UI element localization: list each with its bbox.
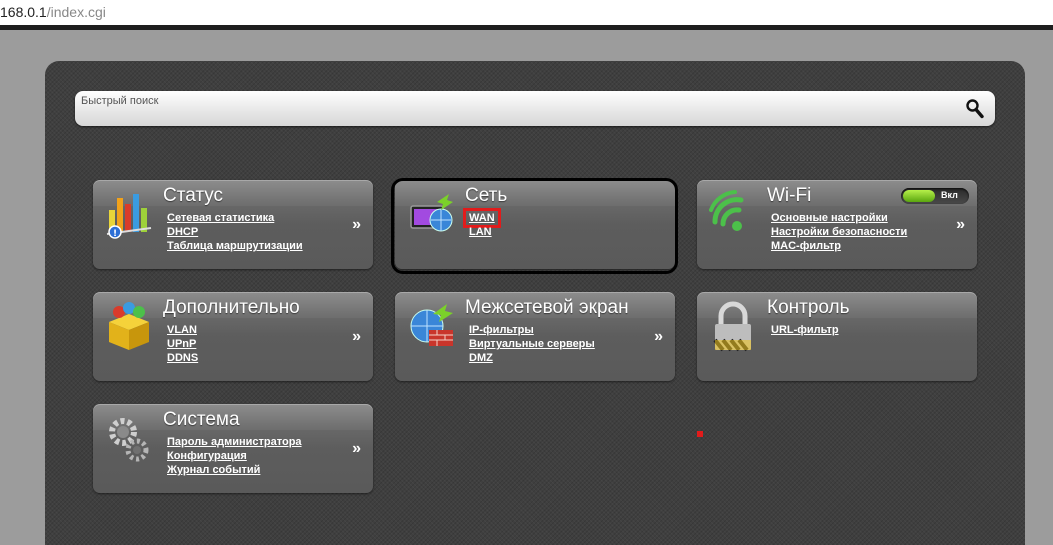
tile-wifi: Wi-Fi Вкл Основные настройки Настройки б… (697, 180, 977, 269)
tile-title: Статус (163, 185, 224, 206)
tile-links: VLAN UPnP DDNS (167, 322, 198, 364)
tile-advanced: Дополнительно VLAN UPnP DDNS » (93, 292, 373, 381)
tile-links: Сетевая статистика DHCP Таблица маршрути… (167, 210, 303, 252)
link-dhcp[interactable]: DHCP (167, 226, 198, 238)
tile-links: Пароль администратора Конфигурация Журна… (167, 434, 302, 476)
search-icon[interactable] (965, 98, 985, 120)
link-wan[interactable]: WAN (463, 208, 501, 228)
wifi-icon (709, 190, 744, 231)
gears-icon (109, 418, 149, 462)
link-upnp[interactable]: UPnP (167, 338, 196, 350)
firewall-icon (410, 304, 453, 346)
link-ddns[interactable]: DDNS (167, 352, 198, 364)
wifi-toggle[interactable]: Вкл (901, 188, 969, 204)
link-network-statistics[interactable]: Сетевая статистика (167, 212, 274, 224)
network-globe-icon (410, 194, 453, 232)
link-mac-filter[interactable]: MAC-фильтр (771, 240, 841, 252)
tile-links: URL-фильтр (771, 322, 839, 336)
link-dmz[interactable]: DMZ (469, 352, 493, 364)
padlock-icon (713, 301, 751, 352)
tile-title: Контроль (767, 297, 850, 318)
browser-address-bar[interactable]: 168.0.1/index.cgi (0, 0, 1053, 25)
link-routing-table[interactable]: Таблица маршрутизации (167, 240, 303, 252)
chevron-right-icon[interactable]: » (654, 329, 663, 345)
link-configuration[interactable]: Конфигурация (167, 450, 247, 462)
link-ip-filters[interactable]: IP-фильтры (469, 324, 534, 336)
url-path: /index.cgi (46, 4, 106, 20)
quick-search-bar (75, 91, 995, 126)
tile-status: ! Статус Сетевая статистика DHCP Таблица… (93, 180, 373, 269)
tile-control: Контроль URL-фильтр (697, 292, 977, 381)
link-url-filter[interactable]: URL-фильтр (771, 324, 839, 336)
cursor-marker (697, 431, 703, 437)
tile-links: IP-фильтры Виртуальные серверы DMZ (469, 322, 595, 364)
link-lan[interactable]: LAN (469, 226, 492, 238)
search-input[interactable] (81, 93, 951, 109)
chevron-right-icon[interactable]: » (352, 217, 361, 233)
chevron-right-icon[interactable]: » (352, 441, 361, 457)
svg-text:!: ! (113, 229, 117, 239)
address-url[interactable]: 168.0.1/index.cgi (0, 4, 106, 20)
link-basic-settings[interactable]: Основные настройки (771, 212, 888, 224)
toggle-state-label: Вкл (941, 190, 958, 200)
link-virtual-servers[interactable]: Виртуальные серверы (469, 338, 595, 350)
link-event-log[interactable]: Журнал событий (167, 464, 260, 476)
tile-title: Wi-Fi (767, 185, 812, 206)
chevron-right-icon[interactable]: » (352, 329, 361, 345)
tile-title: Система (163, 409, 240, 430)
tile-network: Сеть WAN LAN (395, 180, 675, 269)
url-host: 168.0.1 (0, 4, 47, 20)
tile-system: Система Пароль администратора Конфигурац… (93, 404, 373, 493)
link-admin-password[interactable]: Пароль администратора (167, 436, 302, 448)
package-box-icon (109, 302, 149, 350)
tile-title: Межсетевой экран (465, 297, 629, 318)
tile-title: Сеть (465, 185, 508, 206)
tile-links: WAN LAN (463, 208, 501, 238)
chevron-right-icon[interactable]: » (956, 217, 965, 233)
tile-links: Основные настройки Настройки безопасност… (771, 210, 907, 252)
tile-firewall: Межсетевой экран IP-фильтры Виртуальные … (395, 292, 675, 381)
link-vlan[interactable]: VLAN (167, 324, 197, 336)
bar-chart-icon: ! (106, 194, 152, 239)
toggle-knob (903, 190, 935, 202)
tile-title: Дополнительно (163, 297, 300, 318)
link-security-settings[interactable]: Настройки безопасности (771, 226, 907, 238)
